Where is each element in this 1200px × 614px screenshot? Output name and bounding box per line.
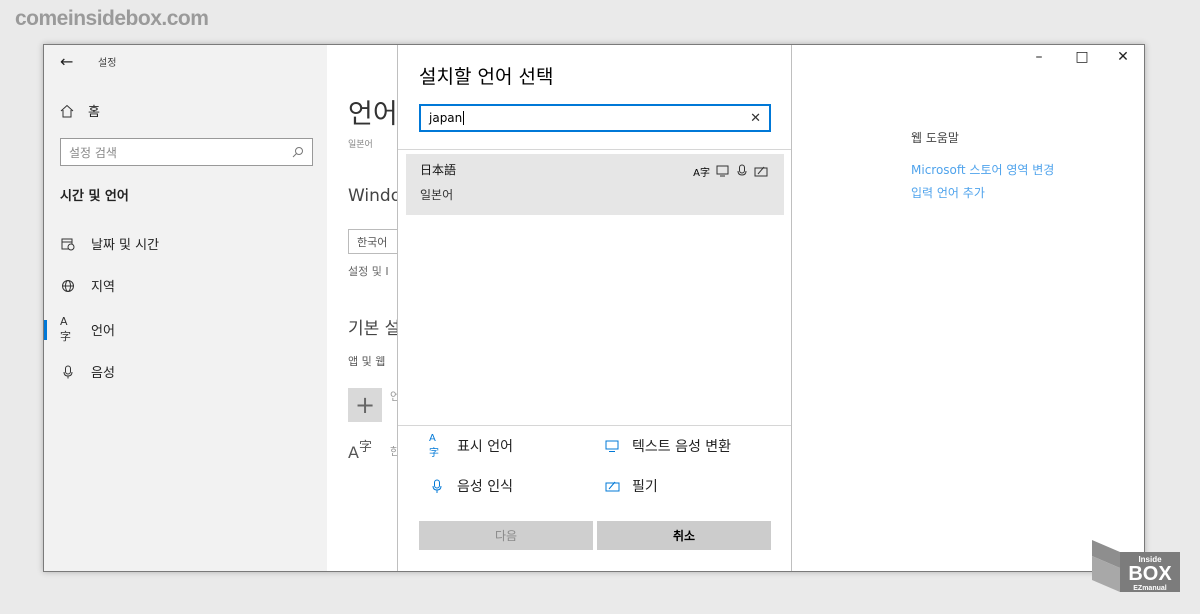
feature-icons: A字	[693, 164, 768, 179]
display-language-icon: A字	[693, 168, 710, 179]
display-language-select[interactable]: 한국어	[348, 229, 397, 254]
home-icon	[60, 104, 74, 117]
divider	[398, 149, 791, 150]
cancel-button[interactable]: 취소	[597, 521, 771, 550]
apps-text: 앱 및 웹	[348, 355, 386, 368]
handwriting-icon	[604, 478, 620, 494]
legend-speech-recognition: 음성 인식	[429, 476, 513, 496]
sidebar-item-home[interactable]: 홈	[60, 101, 100, 120]
sidebar-item-language[interactable]: A字 언어	[60, 315, 115, 343]
settings-window: ← 설정 홈 설정 검색 시간 및 언어 날짜 및 시간 지역 A字 언어 음성…	[43, 44, 1145, 572]
legend-label: 필기	[632, 479, 658, 495]
sidebar-item-label: 날짜 및 시간	[91, 238, 160, 253]
language-result-item[interactable]: 日本語 일본어 A字	[406, 154, 784, 215]
right-pane: – □ ✕ 웹 도움말 Microsoft 스토어 영역 변경 입력 언어 추가	[793, 45, 1144, 571]
add-language-button[interactable]: +	[348, 388, 382, 422]
page-title: 언어	[348, 99, 397, 130]
divider	[398, 425, 791, 426]
calendar-clock-icon	[60, 236, 76, 252]
legend-label: 텍스트 음성 변환	[632, 439, 732, 455]
language-item-label: 한	[390, 443, 397, 459]
windows-display-heading: Windo	[348, 186, 397, 206]
settings-search-input[interactable]: 설정 검색	[60, 138, 313, 166]
app-title: 설정	[98, 58, 117, 69]
native-language-name: 日本語	[420, 163, 457, 177]
insidebox-logo: Inside BOX EZmanual	[1090, 538, 1182, 594]
default-heading: 기본 설	[348, 319, 397, 339]
localized-language-name: 일본어	[420, 188, 454, 202]
language-page-content: 언어 일본어 Windo 한국어 설정 및 I 기본 설 앱 및 웹 + 언 A…	[327, 45, 397, 571]
next-button[interactable]: 다음	[419, 521, 593, 550]
search-icon	[292, 147, 303, 158]
speech-recognition-icon	[737, 164, 747, 176]
settings-text: 설정 및 I	[348, 265, 389, 278]
search-placeholder: 설정 검색	[69, 145, 117, 160]
add-language-label: 언	[390, 388, 397, 404]
add-input-language-link[interactable]: 입력 언어 추가	[911, 184, 985, 201]
sidebar-item-speech[interactable]: 음성	[60, 362, 115, 381]
search-value: japan	[429, 110, 463, 125]
language-icon: A字	[60, 315, 71, 343]
legend-text-to-speech: 텍스트 음성 변환	[604, 436, 731, 456]
speech-recognition-icon	[429, 478, 445, 494]
sidebar: ← 설정 홈 설정 검색 시간 및 언어 날짜 및 시간 지역 A字 언어 음성	[44, 45, 327, 571]
text-to-speech-icon	[716, 165, 729, 177]
site-watermark: comeinsidebox.com	[15, 7, 209, 30]
display-language-icon: A字	[429, 433, 439, 459]
close-button[interactable]: ✕	[1113, 49, 1133, 65]
language-search-input[interactable]: japan ✕	[419, 104, 771, 132]
install-language-dialog: 설치할 언어 선택 japan ✕ 日本語 일본어 A字 A字 표시 언어 텍스…	[397, 45, 792, 571]
title-bar: ← 설정	[60, 52, 116, 71]
sidebar-item-label: 음성	[91, 366, 115, 381]
sidebar-item-region[interactable]: 지역	[60, 276, 115, 295]
legend-display-language: A字 표시 언어	[429, 433, 513, 459]
handwriting-icon	[754, 166, 768, 177]
minimize-button[interactable]: –	[1029, 49, 1049, 65]
maximize-button[interactable]: □	[1072, 49, 1092, 65]
page-subtitle: 일본어	[348, 140, 373, 150]
sidebar-item-label: 홈	[88, 105, 100, 120]
sidebar-item-label: 지역	[91, 280, 115, 295]
language-pack-icon: A字	[348, 440, 372, 462]
dialog-title: 설치할 언어 선택	[419, 66, 554, 88]
active-indicator	[44, 320, 47, 340]
back-arrow-icon[interactable]: ←	[60, 52, 80, 71]
sidebar-item-label: 언어	[91, 324, 115, 339]
sidebar-item-datetime[interactable]: 날짜 및 시간	[60, 234, 159, 253]
legend-handwriting: 필기	[604, 476, 658, 496]
clear-icon[interactable]: ✕	[750, 111, 761, 126]
svg-text:BOX: BOX	[1128, 563, 1172, 585]
plus-icon: +	[354, 391, 376, 419]
section-title: 시간 및 언어	[60, 189, 129, 204]
web-help-title: 웹 도움말	[911, 131, 959, 145]
legend-label: 음성 인식	[457, 479, 513, 495]
globe-icon	[60, 278, 76, 294]
change-store-region-link[interactable]: Microsoft 스토어 영역 변경	[911, 161, 1054, 178]
svg-text:EZmanual: EZmanual	[1133, 585, 1167, 592]
text-to-speech-icon	[604, 438, 620, 454]
legend-label: 표시 언어	[457, 439, 513, 455]
microphone-icon	[60, 364, 76, 380]
